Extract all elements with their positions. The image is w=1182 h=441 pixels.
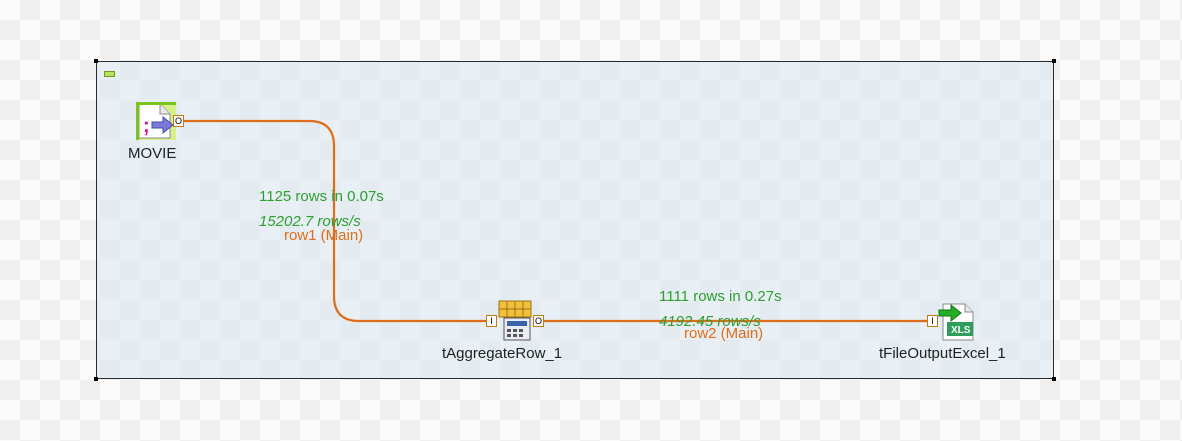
component-label: tAggregateRow_1: [442, 345, 563, 362]
svg-text:;: ;: [143, 115, 150, 137]
excel-badge-text: XLS: [951, 325, 971, 336]
component-movie[interactable]: ;: [136, 102, 176, 140]
link-row2-stats-rows: 1111 rows in 0.27s: [659, 288, 782, 305]
link-row1-label[interactable]: row1 (Main): [284, 227, 363, 244]
aggregate-input-port[interactable]: I: [486, 315, 497, 327]
component-label: tFileOutputExcel_1: [879, 345, 1006, 362]
link-row1-stats-rows: 1125 rows in 0.07s: [259, 188, 384, 205]
component-label: MOVIE: [128, 145, 177, 162]
component-taggregaterow[interactable]: [497, 300, 533, 342]
excel-output-icon: XLS: [938, 303, 974, 341]
component-tfileoutputexcel[interactable]: XLS: [937, 302, 977, 342]
delimited-file-input-icon: ;: [136, 102, 176, 140]
excel-input-port[interactable]: I: [927, 315, 938, 327]
connection-layer: [184, 119, 927, 323]
aggregate-output-port[interactable]: O: [533, 315, 544, 327]
aggregate-row-icon: [498, 300, 532, 341]
movie-output-port[interactable]: O: [173, 115, 184, 127]
link-row2-label[interactable]: row2 (Main): [684, 325, 763, 342]
